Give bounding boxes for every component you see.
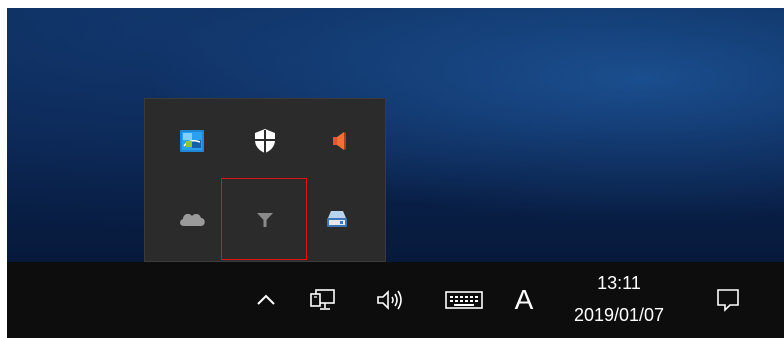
ime-mode-indicator[interactable]: A bbox=[509, 262, 539, 338]
network-icon[interactable] bbox=[303, 262, 343, 338]
chevron-up-icon[interactable] bbox=[249, 262, 283, 338]
removable-drive-icon[interactable] bbox=[307, 190, 367, 248]
desktop-wallpaper bbox=[7, 8, 784, 262]
intel-graphics-icon[interactable] bbox=[162, 112, 222, 170]
speaker-muted-icon[interactable] bbox=[307, 112, 367, 170]
clock-time: 13:11 bbox=[597, 273, 641, 293]
ime-mode-label: A bbox=[514, 284, 534, 315]
clock[interactable]: 13:11 2019/01/07 bbox=[555, 268, 683, 332]
onedrive-cloud-icon[interactable] bbox=[162, 190, 222, 248]
screen: A 13:11 2019/01/07 bbox=[7, 8, 784, 338]
notification-icon[interactable] bbox=[707, 262, 749, 338]
windows-security-icon[interactable] bbox=[235, 112, 295, 170]
clock-date: 2019/01/07 bbox=[573, 305, 665, 325]
volume-icon[interactable] bbox=[369, 262, 411, 338]
highlight-box bbox=[221, 178, 307, 260]
keyboard-icon[interactable] bbox=[439, 262, 489, 338]
taskbar: A 13:11 2019/01/07 bbox=[7, 262, 784, 338]
